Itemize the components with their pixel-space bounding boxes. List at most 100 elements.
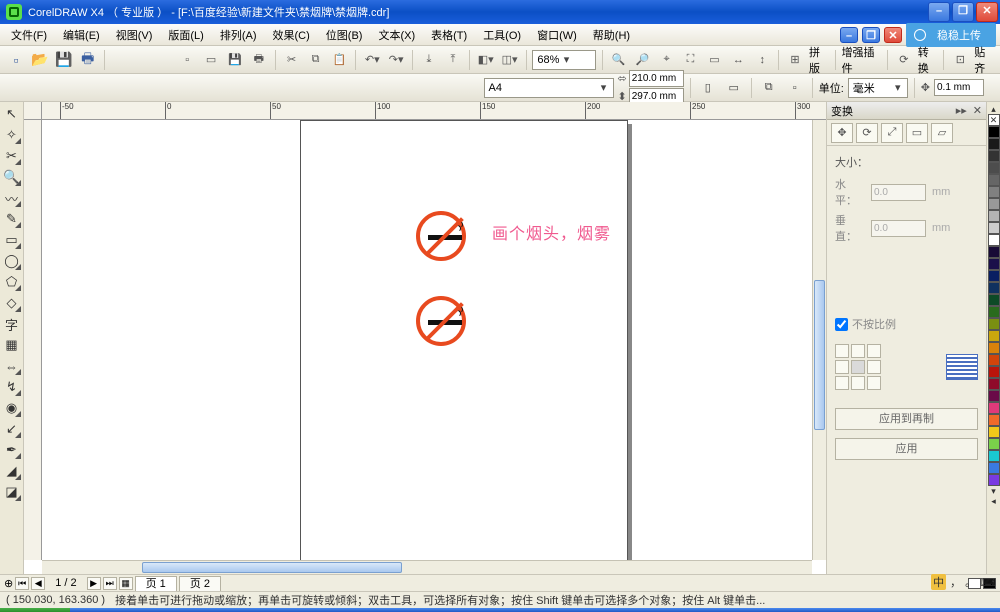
plugin-convert-label[interactable]: 转换 <box>918 44 938 76</box>
undo-icon[interactable]: ↶▾ <box>362 49 382 71</box>
print2-icon[interactable]: 🖶 <box>249 49 269 71</box>
swatch-7[interactable] <box>988 210 1000 222</box>
snap-label[interactable]: 贴齐 <box>974 44 994 76</box>
app-launch-icon[interactable]: ◧▾ <box>476 49 496 71</box>
cut-icon[interactable]: ✂ <box>282 49 302 71</box>
ruler-origin[interactable] <box>24 102 42 120</box>
swatch-3[interactable] <box>988 162 1000 174</box>
save2-icon[interactable]: 💾 <box>225 49 245 71</box>
swatch-23[interactable] <box>988 402 1000 414</box>
swatch-19[interactable] <box>988 354 1000 366</box>
shape-tool[interactable]: ✧ <box>2 125 22 145</box>
pages-current-icon[interactable]: ▫ <box>784 77 806 99</box>
menu-table[interactable]: 表格(T) <box>424 25 474 45</box>
menu-view[interactable]: 视图(V) <box>109 25 160 45</box>
swatch-2[interactable] <box>988 150 1000 162</box>
page-tab-1[interactable]: 页 1 <box>135 576 177 591</box>
drawing-workspace[interactable]: -50050100150200250300 画个烟头，烟雾 <box>24 102 826 574</box>
transform-skew-icon[interactable]: ▱ <box>931 123 953 143</box>
transform-rotate-icon[interactable]: ⟳ <box>856 123 878 143</box>
interactive-fill-tool[interactable]: ◪ <box>2 482 22 502</box>
pick-tool[interactable]: ↖ <box>2 104 22 124</box>
page-tab-2[interactable]: 页 2 <box>179 576 221 591</box>
plugin-imposition-label[interactable]: 拼版 <box>809 44 829 76</box>
menu-edit[interactable]: 编辑(E) <box>56 25 107 45</box>
docker-h-input[interactable] <box>871 184 926 201</box>
windows-taskbar[interactable] <box>0 608 1000 612</box>
redo-icon[interactable]: ↷▾ <box>386 49 406 71</box>
import-icon[interactable]: ⤓ <box>419 49 439 71</box>
eyedropper-tool[interactable]: ↙ <box>2 419 22 439</box>
swatch-14[interactable] <box>988 294 1000 306</box>
dimension-tool[interactable]: ⇔ <box>2 356 22 376</box>
new2-icon[interactable]: ▫ <box>177 49 197 71</box>
ime-shape-icon[interactable]: 。 <box>965 574 976 590</box>
transform-position-icon[interactable]: ✥ <box>831 123 853 143</box>
swatch-17[interactable] <box>988 330 1000 342</box>
apply-to-duplicate-button[interactable]: 应用到再制 <box>835 408 978 430</box>
print-icon[interactable]: 🖶 <box>78 49 98 71</box>
vscroll-thumb[interactable] <box>814 280 825 430</box>
nav-first-button[interactable]: ⏮ <box>15 577 29 590</box>
restore-button[interactable]: ❐ <box>952 2 974 22</box>
lock-ratio-checkbox[interactable] <box>835 318 848 331</box>
palette-flyout-icon[interactable]: ◂ <box>991 496 996 506</box>
units-combo[interactable]: 毫米▾ <box>848 78 908 98</box>
open2-icon[interactable]: ▭ <box>201 49 221 71</box>
crop-tool[interactable]: ✂ <box>2 146 22 166</box>
pages-all-icon[interactable]: ⧉ <box>758 77 780 99</box>
hscroll-thumb[interactable] <box>142 562 402 573</box>
swatch-28[interactable] <box>988 462 1000 474</box>
menu-layout[interactable]: 版面(L) <box>161 25 210 45</box>
zoom-width-icon[interactable]: ↔ <box>728 49 748 71</box>
menu-arrange[interactable]: 排列(A) <box>213 25 264 45</box>
export-icon[interactable]: ⤒ <box>443 49 463 71</box>
swatch-13[interactable] <box>988 282 1000 294</box>
docker-v-input[interactable] <box>871 220 926 237</box>
swatch-1[interactable] <box>988 138 1000 150</box>
outline-tool[interactable]: ✒ <box>2 440 22 460</box>
zoom-combo[interactable]: 68%▾ <box>532 50 596 70</box>
menu-tools[interactable]: 工具(O) <box>476 25 528 45</box>
save-icon[interactable]: 💾 <box>54 49 74 71</box>
anchor-grid[interactable] <box>835 344 881 390</box>
menu-file[interactable]: 文件(F) <box>4 25 54 45</box>
docker-close-icon[interactable]: ✕ <box>973 104 982 117</box>
swatch-15[interactable] <box>988 306 1000 318</box>
swatch-none[interactable] <box>988 114 1000 126</box>
smart-tool[interactable]: ✎ <box>2 209 22 229</box>
welcome-icon[interactable]: ◫▾ <box>500 49 520 71</box>
palette-down-icon[interactable]: ▾ <box>991 486 996 496</box>
mdi-close-button[interactable]: ✕ <box>884 27 902 43</box>
swatch-12[interactable] <box>988 270 1000 282</box>
landscape-icon[interactable]: ▭ <box>723 77 745 99</box>
swatch-24[interactable] <box>988 414 1000 426</box>
swatch-27[interactable] <box>988 450 1000 462</box>
zoom-height-icon[interactable]: ↕ <box>752 49 772 71</box>
freehand-tool[interactable]: 〰 <box>2 188 22 208</box>
rectangle-tool[interactable]: ▭ <box>2 230 22 250</box>
swatch-18[interactable] <box>988 342 1000 354</box>
zoom-sel-icon[interactable]: ⌖ <box>657 49 677 71</box>
nav-grip-icon[interactable]: ⊕ <box>4 577 13 590</box>
canvas[interactable]: 画个烟头，烟雾 <box>42 120 812 560</box>
swatch-16[interactable] <box>988 318 1000 330</box>
fill-tool[interactable]: ◢ <box>2 461 22 481</box>
menu-text[interactable]: 文本(X) <box>371 25 422 45</box>
open-icon[interactable]: 📂 <box>30 49 50 71</box>
minimize-button[interactable]: – <box>928 2 950 22</box>
nav-prev-button[interactable]: ◀ <box>31 577 45 590</box>
nav-next-button[interactable]: ▶ <box>87 577 101 590</box>
zoom-all-icon[interactable]: ⛶ <box>681 49 701 71</box>
horizontal-scrollbar[interactable] <box>42 560 812 574</box>
swatch-11[interactable] <box>988 258 1000 270</box>
swatch-0[interactable] <box>988 126 1000 138</box>
swatch-9[interactable] <box>988 234 1000 246</box>
paste-icon[interactable]: 📋 <box>330 49 350 71</box>
copy-icon[interactable]: ⧉ <box>306 49 326 71</box>
plugin-imposition[interactable]: ⊞ <box>785 49 805 71</box>
mdi-minimize-button[interactable]: – <box>840 27 858 43</box>
portrait-icon[interactable]: ▯ <box>697 77 719 99</box>
snap-icon[interactable]: ⊡ <box>950 49 970 71</box>
swatch-26[interactable] <box>988 438 1000 450</box>
